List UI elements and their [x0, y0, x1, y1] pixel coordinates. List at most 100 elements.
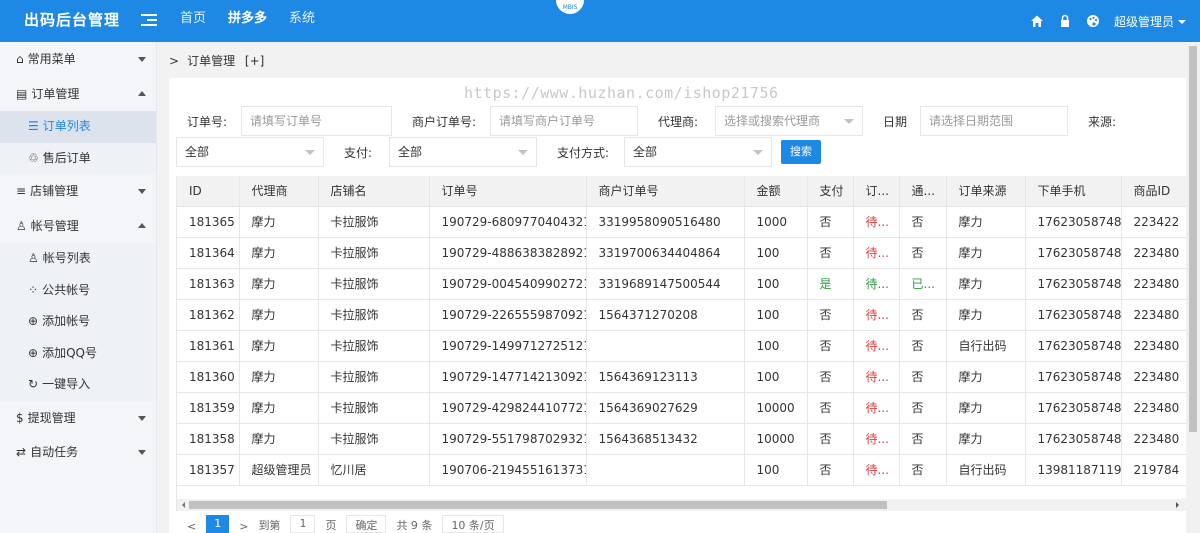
pager-per-page-select[interactable]: 10 条/页: [442, 515, 504, 533]
search-button[interactable]: 搜索: [781, 140, 821, 164]
agent-select[interactable]: 选择或搜索代理商: [715, 106, 863, 136]
pay-select[interactable]: 全部: [389, 137, 537, 167]
sidebar-item-aftersale[interactable]: ♲ 售后订单: [0, 142, 156, 174]
nav-pinduoduo[interactable]: 拼多多: [228, 0, 267, 42]
table-cell: 摩力: [946, 299, 1026, 331]
table-cell: 181358: [177, 423, 240, 455]
table-row[interactable]: 181364摩力卡拉服饰190729-488638382892114331970…: [177, 237, 1186, 269]
pager-current-page[interactable]: 1: [206, 515, 230, 533]
sidebar-toggle-icon[interactable]: [141, 11, 157, 29]
nav-system[interactable]: 系统: [289, 0, 315, 42]
column-header[interactable]: 订...: [853, 176, 900, 207]
table-cell: 190729-551798702932114: [429, 423, 587, 455]
date-range-input[interactable]: 请选择日期范围: [920, 106, 1068, 136]
column-header[interactable]: 通...: [899, 176, 947, 207]
sidebar-group-withdraw[interactable]: $ 提现管理: [0, 401, 156, 436]
table-cell: 181363: [177, 268, 240, 300]
sidebar-item-add-qq[interactable]: ⊕ 添加QQ号: [0, 337, 156, 369]
main-content: > 订单管理 [+] https://www.huzhan.com/ishop21…: [157, 42, 1186, 533]
sidebar-group-shops[interactable]: ≡ 店铺管理: [0, 174, 156, 209]
pay-method-select[interactable]: 全部: [624, 137, 772, 167]
pager-page-input[interactable]: 1: [290, 515, 316, 533]
table-cell: 223480: [1121, 330, 1186, 362]
sidebar-item-public-accounts[interactable]: ⁘ 公共帐号: [0, 274, 156, 306]
column-header[interactable]: 商户订单号: [586, 176, 745, 207]
column-header[interactable]: 下单手机: [1025, 176, 1122, 207]
table-row[interactable]: 181365摩力卡拉服饰190729-680977040432114331995…: [177, 206, 1186, 238]
table-cell: 卡拉服饰: [318, 268, 430, 300]
table-cell: 223480: [1121, 392, 1186, 424]
table-cell: 1564371270208: [586, 299, 745, 331]
column-header[interactable]: 店铺名: [318, 176, 430, 207]
horizontal-scrollbar[interactable]: [176, 499, 1186, 511]
table-cell: 223480: [1121, 423, 1186, 455]
horizontal-scroll-thumb[interactable]: [189, 501, 887, 509]
table-row[interactable]: 181361摩力卡拉服饰190729-149971272512114100否待.…: [177, 330, 1186, 362]
pager-confirm-button[interactable]: 确定: [346, 515, 387, 533]
sidebar-item-label: 一键导入: [42, 377, 91, 391]
sidebar-item-import[interactable]: ↻ 一键导入: [0, 369, 156, 401]
sidebar-item-label: 订单列表: [42, 119, 91, 133]
database-icon: ▤: [16, 86, 28, 101]
column-header[interactable]: 金额: [744, 176, 808, 207]
user-menu[interactable]: 超级管理员: [1114, 13, 1186, 30]
plus-circle-icon: ⊕: [28, 314, 39, 328]
table-cell: 卡拉服饰: [318, 392, 430, 424]
table-cell: 223480: [1121, 268, 1186, 300]
home-icon[interactable]: [1030, 14, 1044, 28]
pagination: < 1 > 到第 1 页 确定 共 9 条 10 条/页: [187, 515, 514, 533]
vertical-scroll-thumb[interactable]: [1189, 46, 1197, 432]
table-cell: 10000: [744, 423, 808, 455]
column-header[interactable]: 支付: [807, 176, 854, 207]
table-cell: 摩力: [946, 237, 1026, 269]
table-cell: 17623058748: [1025, 361, 1122, 393]
table-cell: 181365: [177, 206, 240, 238]
palette-icon[interactable]: [1086, 14, 1100, 28]
order-table-container: ID 代理商 店铺名 订单号 商户订单号 金额 支付 订... 通... 订单来…: [176, 176, 1186, 499]
sidebar-group-label: 店铺管理: [30, 184, 79, 198]
pager-prev[interactable]: <: [187, 520, 196, 533]
scroll-left-icon[interactable]: [179, 502, 185, 508]
table-row[interactable]: 181358摩力卡拉服饰190729-551798702932114156436…: [177, 423, 1186, 455]
table-cell: 17623058748: [1025, 268, 1122, 300]
table-cell: 否: [899, 361, 947, 393]
lock-icon[interactable]: [1058, 14, 1072, 28]
table-cell: 摩力: [239, 299, 319, 331]
sidebar-group-accounts[interactable]: ♙ 帐号管理: [0, 209, 156, 244]
table-row[interactable]: 181360摩力卡拉服饰190729-147714213092114156436…: [177, 361, 1186, 393]
sidebar-item-order-list[interactable]: ☰ 订单列表: [0, 111, 156, 143]
table-cell: 181360: [177, 361, 240, 393]
table-cell: 100: [744, 299, 808, 331]
table-cell: 自行出码: [946, 330, 1026, 362]
table-row[interactable]: 181363摩力卡拉服饰190729-004540990272114331968…: [177, 268, 1186, 300]
column-header[interactable]: ID: [177, 176, 240, 207]
column-header[interactable]: 订单号: [429, 176, 587, 207]
brand-title: 出码后台管理: [24, 11, 121, 29]
logo: MBIS: [554, 0, 586, 16]
aftersale-icon: ♲: [28, 150, 39, 165]
sidebar-group-auto-tasks[interactable]: ⇄ 自动任务: [0, 435, 156, 470]
sidebar-group-orders[interactable]: ▤ 订单管理: [0, 77, 156, 112]
breadcrumb-expand-toggle[interactable]: [+]: [245, 54, 264, 68]
vertical-scrollbar[interactable]: [1186, 42, 1200, 533]
sidebar-item-add-account[interactable]: ⊕ 添加帐号: [0, 306, 156, 338]
table-row[interactable]: 181359摩力卡拉服饰190729-429824410772114156436…: [177, 392, 1186, 424]
order-no-input[interactable]: 请填写订单号: [241, 106, 392, 136]
table-cell: 卡拉服饰: [318, 237, 430, 269]
table-row[interactable]: 181357超级管理员忆川居190706-219455161373115100否…: [177, 454, 1186, 486]
table-cell: 181359: [177, 392, 240, 424]
source-select[interactable]: 全部: [176, 137, 324, 167]
sidebar-group-label: 自动任务: [30, 445, 79, 459]
pager-next[interactable]: >: [239, 520, 248, 533]
column-header[interactable]: 代理商: [239, 176, 319, 207]
merchant-no-input[interactable]: 请填写商户订单号: [490, 106, 638, 136]
column-header[interactable]: 商品ID: [1121, 176, 1186, 207]
sidebar-item-account-list[interactable]: ♙ 帐号列表: [0, 243, 156, 275]
table-cell: 摩力: [946, 206, 1026, 238]
sidebar-group-common[interactable]: ⌂ 常用菜单: [0, 42, 156, 77]
scroll-right-icon[interactable]: [1176, 502, 1182, 508]
column-header[interactable]: 订单来源: [946, 176, 1026, 207]
table-row[interactable]: 181362摩力卡拉服饰190729-226555987092114156437…: [177, 299, 1186, 331]
table-cell: 181362: [177, 299, 240, 331]
nav-home[interactable]: 首页: [180, 0, 206, 42]
